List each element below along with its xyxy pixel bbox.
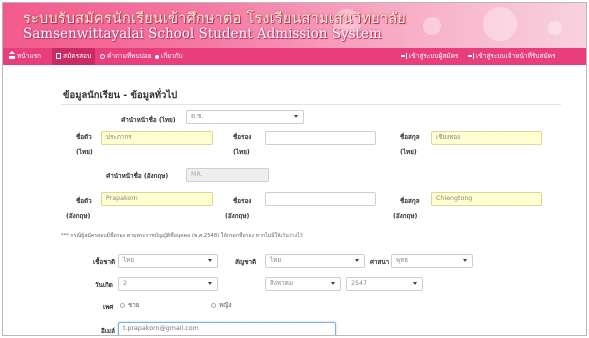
lastname-en-input[interactable]: Chiengtong [431,192,542,206]
document-icon [56,53,61,59]
gender-radio-male[interactable]: ชาย [120,301,140,310]
nav-item-apply[interactable]: สมัครสอบ [52,48,96,65]
lastname-th-label: ชื่อสกุล [400,134,420,141]
section-title: ข้อมูลนักเรียน - ข้อมูลทั่วไป [63,90,178,101]
nav-item-faq[interactable]: คำถามที่พบบ่อย [100,48,151,65]
middlename-th-input[interactable] [265,131,376,145]
firstname-th-label: ชื่อตัว [76,134,92,141]
middlename-th-label: ชื่อรอง [233,134,252,141]
site-title-english: Samsenwittayalai School Student Admissio… [23,26,382,42]
banner-decoration [483,7,517,41]
birthdate-label: วันเกิด [95,282,113,289]
chevron-down-icon [208,259,212,262]
prefix-th-value: ด.ช. [191,113,204,120]
nav-item-label: หน้าแรก [17,52,41,60]
email-input[interactable]: t.prapakorn@gmail.com [118,322,336,335]
firstname-th-input[interactable]: ประภากร [101,131,213,145]
home-icon [9,51,15,59]
birth-month-value: สิงหาคม [270,280,293,287]
race-select[interactable]: ไทย [118,254,218,268]
nav-item-applicant-login[interactable]: เข้าสู่ระบบผู้สมัคร [401,48,458,65]
race-label: เชื้อชาติ [93,259,116,266]
nav-item-label: เข้าสู่ระบบผู้สมัคร [409,52,459,60]
lastname-th-input[interactable]: เชียงทอง [431,131,542,145]
nav-item-label: สมัครสอบ [63,52,92,60]
gender-label: เพศ [103,304,114,311]
banner-decoration [423,17,441,35]
nationality-label: สัญชาติ [235,259,257,266]
top-nav: หน้าแรก สมัครสอบ คำถามที่พบบ่อย เกี่ยวกั… [3,48,586,65]
gender-option-label: ชาย [128,302,140,309]
email-label: อีเมล์ [101,328,115,335]
nav-item-label: คำถามที่พบบ่อย [107,52,152,60]
gear-icon [100,54,105,59]
nationality-value: ไทย [270,257,282,264]
middlename-en-input[interactable] [265,192,376,206]
prefix-en-label: คำนำหน้าชื่อ (อังกฤษ) [106,173,169,180]
religion-label: ศาสนา [370,259,390,266]
birth-year-value: 2547 [351,280,368,287]
nav-item-home[interactable]: หน้าแรก [9,48,41,65]
chevron-down-icon [294,115,298,118]
birth-day-value: 2 [123,280,128,287]
middlename-en-label: ชื่อรอง [233,198,252,205]
firstname-en-input[interactable]: Prapakorn [101,192,213,206]
chevron-down-icon [208,282,212,285]
birth-year-select[interactable]: 2547 [346,277,423,291]
gender-radio-female[interactable]: หญิง [211,301,232,310]
birth-month-select[interactable]: สิงหาคม [265,277,341,291]
nav-item-staff-login[interactable]: เข้าสู่ระบบเจ้าหน้าที่รับสมัคร [468,48,556,65]
radio-circle-icon [211,303,216,308]
divider [61,104,561,105]
middlename-th-sublabel: (ไทย) [233,149,250,156]
nationality-select[interactable]: ไทย [265,254,365,268]
race-value: ไทย [123,257,135,264]
login-icon [468,53,474,59]
lastname-en-label: ชื่อสกุล [400,198,420,205]
firstname-th-sublabel: (ไทย) [76,149,93,156]
chevron-down-icon [463,259,467,262]
prefix-en-input: MR. [186,168,269,182]
chevron-down-icon [331,282,335,285]
gender-option-label: หญิง [219,302,232,309]
login-icon [401,53,407,59]
header-banner: ระบบรับสมัครนักเรียนเข้าศึกษาต่อ โรงเรีย… [3,3,586,48]
middlename-en-sublabel: (อังกฤษ) [225,213,250,220]
firstname-en-sublabel: (อังกฤษ) [66,213,91,220]
app-window: ระบบรับสมัครนักเรียนเข้าศึกษาต่อ โรงเรีย… [2,2,587,336]
nav-item-about[interactable]: เกี่ยวกับ [155,48,183,65]
prefix-th-label: คำนำหน้าชื่อ (ไทย) [121,117,176,124]
nav-item-label: เข้าสู่ระบบเจ้าหน้าที่รับสมัคร [476,52,556,60]
info-icon [155,55,159,59]
firstname-en-label: ชื่อตัว [76,198,92,205]
chevron-down-icon [355,259,359,262]
banner-decoration [548,21,562,35]
religion-select[interactable]: พุทธ [391,254,473,268]
nav-item-label: เกี่ยวกับ [161,52,183,60]
lastname-en-sublabel: (อังกฤษ) [393,213,418,220]
lastname-th-sublabel: (ไทย) [400,149,417,156]
middle-name-note: *** กรณีผู้สมัครสอบมีชื่อรอง ตามพระราชบั… [61,233,303,239]
birth-day-select[interactable]: 2 [118,277,218,291]
prefix-th-select[interactable]: ด.ช. [186,110,304,124]
religion-value: พุทธ [396,257,409,264]
chevron-down-icon [413,282,417,285]
radio-circle-icon [120,303,125,308]
